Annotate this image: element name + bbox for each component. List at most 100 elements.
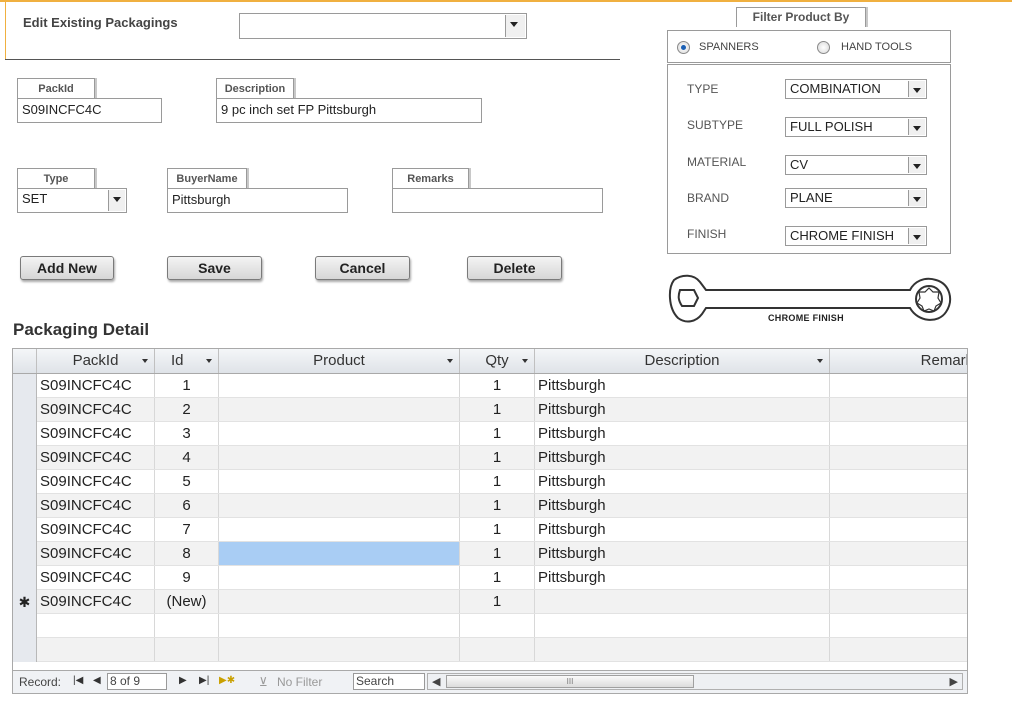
row-selector[interactable]	[13, 422, 37, 446]
cell-packid[interactable]: S09INCFC4C	[37, 470, 155, 493]
buyername-input[interactable]: Pittsburgh	[167, 188, 348, 213]
cell-packid[interactable]: S09INCFC4C	[37, 374, 155, 397]
table-row[interactable]: ✱ S09INCFC4C (New) 1	[13, 590, 967, 614]
cell-description[interactable]: Pittsburgh	[535, 566, 830, 589]
filter-type-combo[interactable]: COMBINATION	[785, 79, 927, 99]
cell-id[interactable]	[155, 638, 219, 661]
row-selector[interactable]	[13, 614, 37, 638]
cell-qty[interactable]: 1	[460, 422, 535, 445]
table-row[interactable]: S09INCFC4C 5 1 Pittsburgh	[13, 470, 967, 494]
row-selector[interactable]	[13, 518, 37, 542]
chevron-down-icon[interactable]	[908, 119, 925, 135]
col-header-id[interactable]: Id	[155, 349, 219, 373]
cell-description[interactable]: Pittsburgh	[535, 518, 830, 541]
new-row-marker-icon[interactable]: ✱	[13, 590, 37, 614]
chevron-down-icon[interactable]	[908, 157, 925, 173]
cell-remarks[interactable]	[830, 446, 967, 469]
cell-remarks[interactable]	[830, 518, 967, 541]
table-row[interactable]: S09INCFC4C 6 1 Pittsburgh	[13, 494, 967, 518]
col-header-description[interactable]: Description	[535, 349, 830, 373]
cell-remarks[interactable]	[830, 614, 967, 637]
table-row[interactable]: S09INCFC4C 8 1 Pittsburgh	[13, 542, 967, 566]
row-selector[interactable]	[13, 638, 37, 662]
cell-qty[interactable]: 1	[460, 398, 535, 421]
col-header-qty[interactable]: Qty	[460, 349, 535, 373]
scroll-right-icon[interactable]: ▶	[950, 675, 958, 688]
cell-id[interactable]	[155, 614, 219, 637]
chevron-down-icon[interactable]	[142, 359, 148, 363]
cell-qty[interactable]: 1	[460, 494, 535, 517]
col-header-product[interactable]: Product	[219, 349, 460, 373]
cell-product[interactable]	[219, 590, 460, 613]
search-input[interactable]: Search	[353, 673, 425, 690]
cell-packid[interactable]	[37, 638, 155, 661]
hand-tools-option-label[interactable]: HAND TOOLS	[841, 41, 912, 53]
col-header-remarks[interactable]: Remarl	[830, 349, 967, 373]
row-selector[interactable]	[13, 446, 37, 470]
edit-existing-combo[interactable]	[239, 13, 527, 39]
row-selector[interactable]	[13, 398, 37, 422]
cell-product[interactable]	[219, 446, 460, 469]
cell-remarks[interactable]	[830, 542, 967, 565]
filter-subtype-combo[interactable]: FULL POLISH	[785, 117, 927, 137]
cell-description[interactable]: Pittsburgh	[535, 470, 830, 493]
filter-finish-combo[interactable]: CHROME FINISH	[785, 226, 927, 246]
cell-remarks[interactable]	[830, 494, 967, 517]
spanners-radio[interactable]	[677, 41, 690, 54]
cell-qty[interactable]: 1	[460, 518, 535, 541]
chevron-down-icon[interactable]	[108, 190, 125, 211]
chevron-down-icon[interactable]	[908, 81, 925, 97]
cancel-button[interactable]: Cancel	[315, 256, 410, 280]
cell-product[interactable]	[219, 566, 460, 589]
cell-qty[interactable]	[460, 638, 535, 661]
cell-qty[interactable]: 1	[460, 566, 535, 589]
chevron-down-icon[interactable]	[505, 15, 525, 37]
cell-product[interactable]	[219, 542, 460, 565]
cell-id[interactable]: 5	[155, 470, 219, 493]
chevron-down-icon[interactable]	[908, 190, 925, 206]
cell-description[interactable]: Pittsburgh	[535, 374, 830, 397]
table-row[interactable]: S09INCFC4C 9 1 Pittsburgh	[13, 566, 967, 590]
last-record-icon[interactable]: ▶|	[199, 675, 209, 686]
packaging-detail-grid[interactable]: PackId Id Product Qty Description Remarl…	[12, 348, 968, 694]
cell-id[interactable]: 1	[155, 374, 219, 397]
first-record-icon[interactable]: |◀	[73, 675, 83, 686]
cell-packid[interactable]: S09INCFC4C	[37, 542, 155, 565]
cell-remarks[interactable]	[830, 422, 967, 445]
table-row[interactable]: S09INCFC4C 7 1 Pittsburgh	[13, 518, 967, 542]
horizontal-scrollbar[interactable]: ◀ III ▶	[427, 673, 963, 690]
cell-id[interactable]: (New)	[155, 590, 219, 613]
table-row[interactable]	[13, 638, 967, 662]
cell-product[interactable]	[219, 494, 460, 517]
hand-tools-radio[interactable]	[817, 41, 830, 54]
scroll-thumb[interactable]: III	[446, 675, 694, 688]
row-selector[interactable]	[13, 566, 37, 590]
cell-description[interactable]: Pittsburgh	[535, 422, 830, 445]
chevron-down-icon[interactable]	[206, 359, 212, 363]
cell-product[interactable]	[219, 422, 460, 445]
current-record-input[interactable]: 8 of 9	[107, 673, 167, 690]
new-record-icon[interactable]: ▶✱	[219, 675, 235, 686]
table-row[interactable]: S09INCFC4C 1 1 Pittsburgh	[13, 374, 967, 398]
cell-product[interactable]	[219, 614, 460, 637]
select-all-corner[interactable]	[13, 349, 37, 373]
cell-remarks[interactable]	[830, 566, 967, 589]
chevron-down-icon[interactable]	[522, 359, 528, 363]
cell-packid[interactable]: S09INCFC4C	[37, 422, 155, 445]
cell-description[interactable]	[535, 614, 830, 637]
chevron-down-icon[interactable]	[908, 228, 925, 244]
cell-description[interactable]: Pittsburgh	[535, 494, 830, 517]
cell-packid[interactable]	[37, 614, 155, 637]
cell-description[interactable]: Pittsburgh	[535, 542, 830, 565]
row-selector[interactable]	[13, 374, 37, 398]
cell-remarks[interactable]	[830, 374, 967, 397]
cell-product[interactable]	[219, 518, 460, 541]
cell-packid[interactable]: S09INCFC4C	[37, 566, 155, 589]
cell-qty[interactable]: 1	[460, 470, 535, 493]
next-record-icon[interactable]: ▶	[179, 675, 187, 686]
cell-qty[interactable]: 1	[460, 542, 535, 565]
cell-description[interactable]	[535, 638, 830, 661]
row-selector[interactable]	[13, 470, 37, 494]
cell-id[interactable]: 3	[155, 422, 219, 445]
cell-id[interactable]: 2	[155, 398, 219, 421]
